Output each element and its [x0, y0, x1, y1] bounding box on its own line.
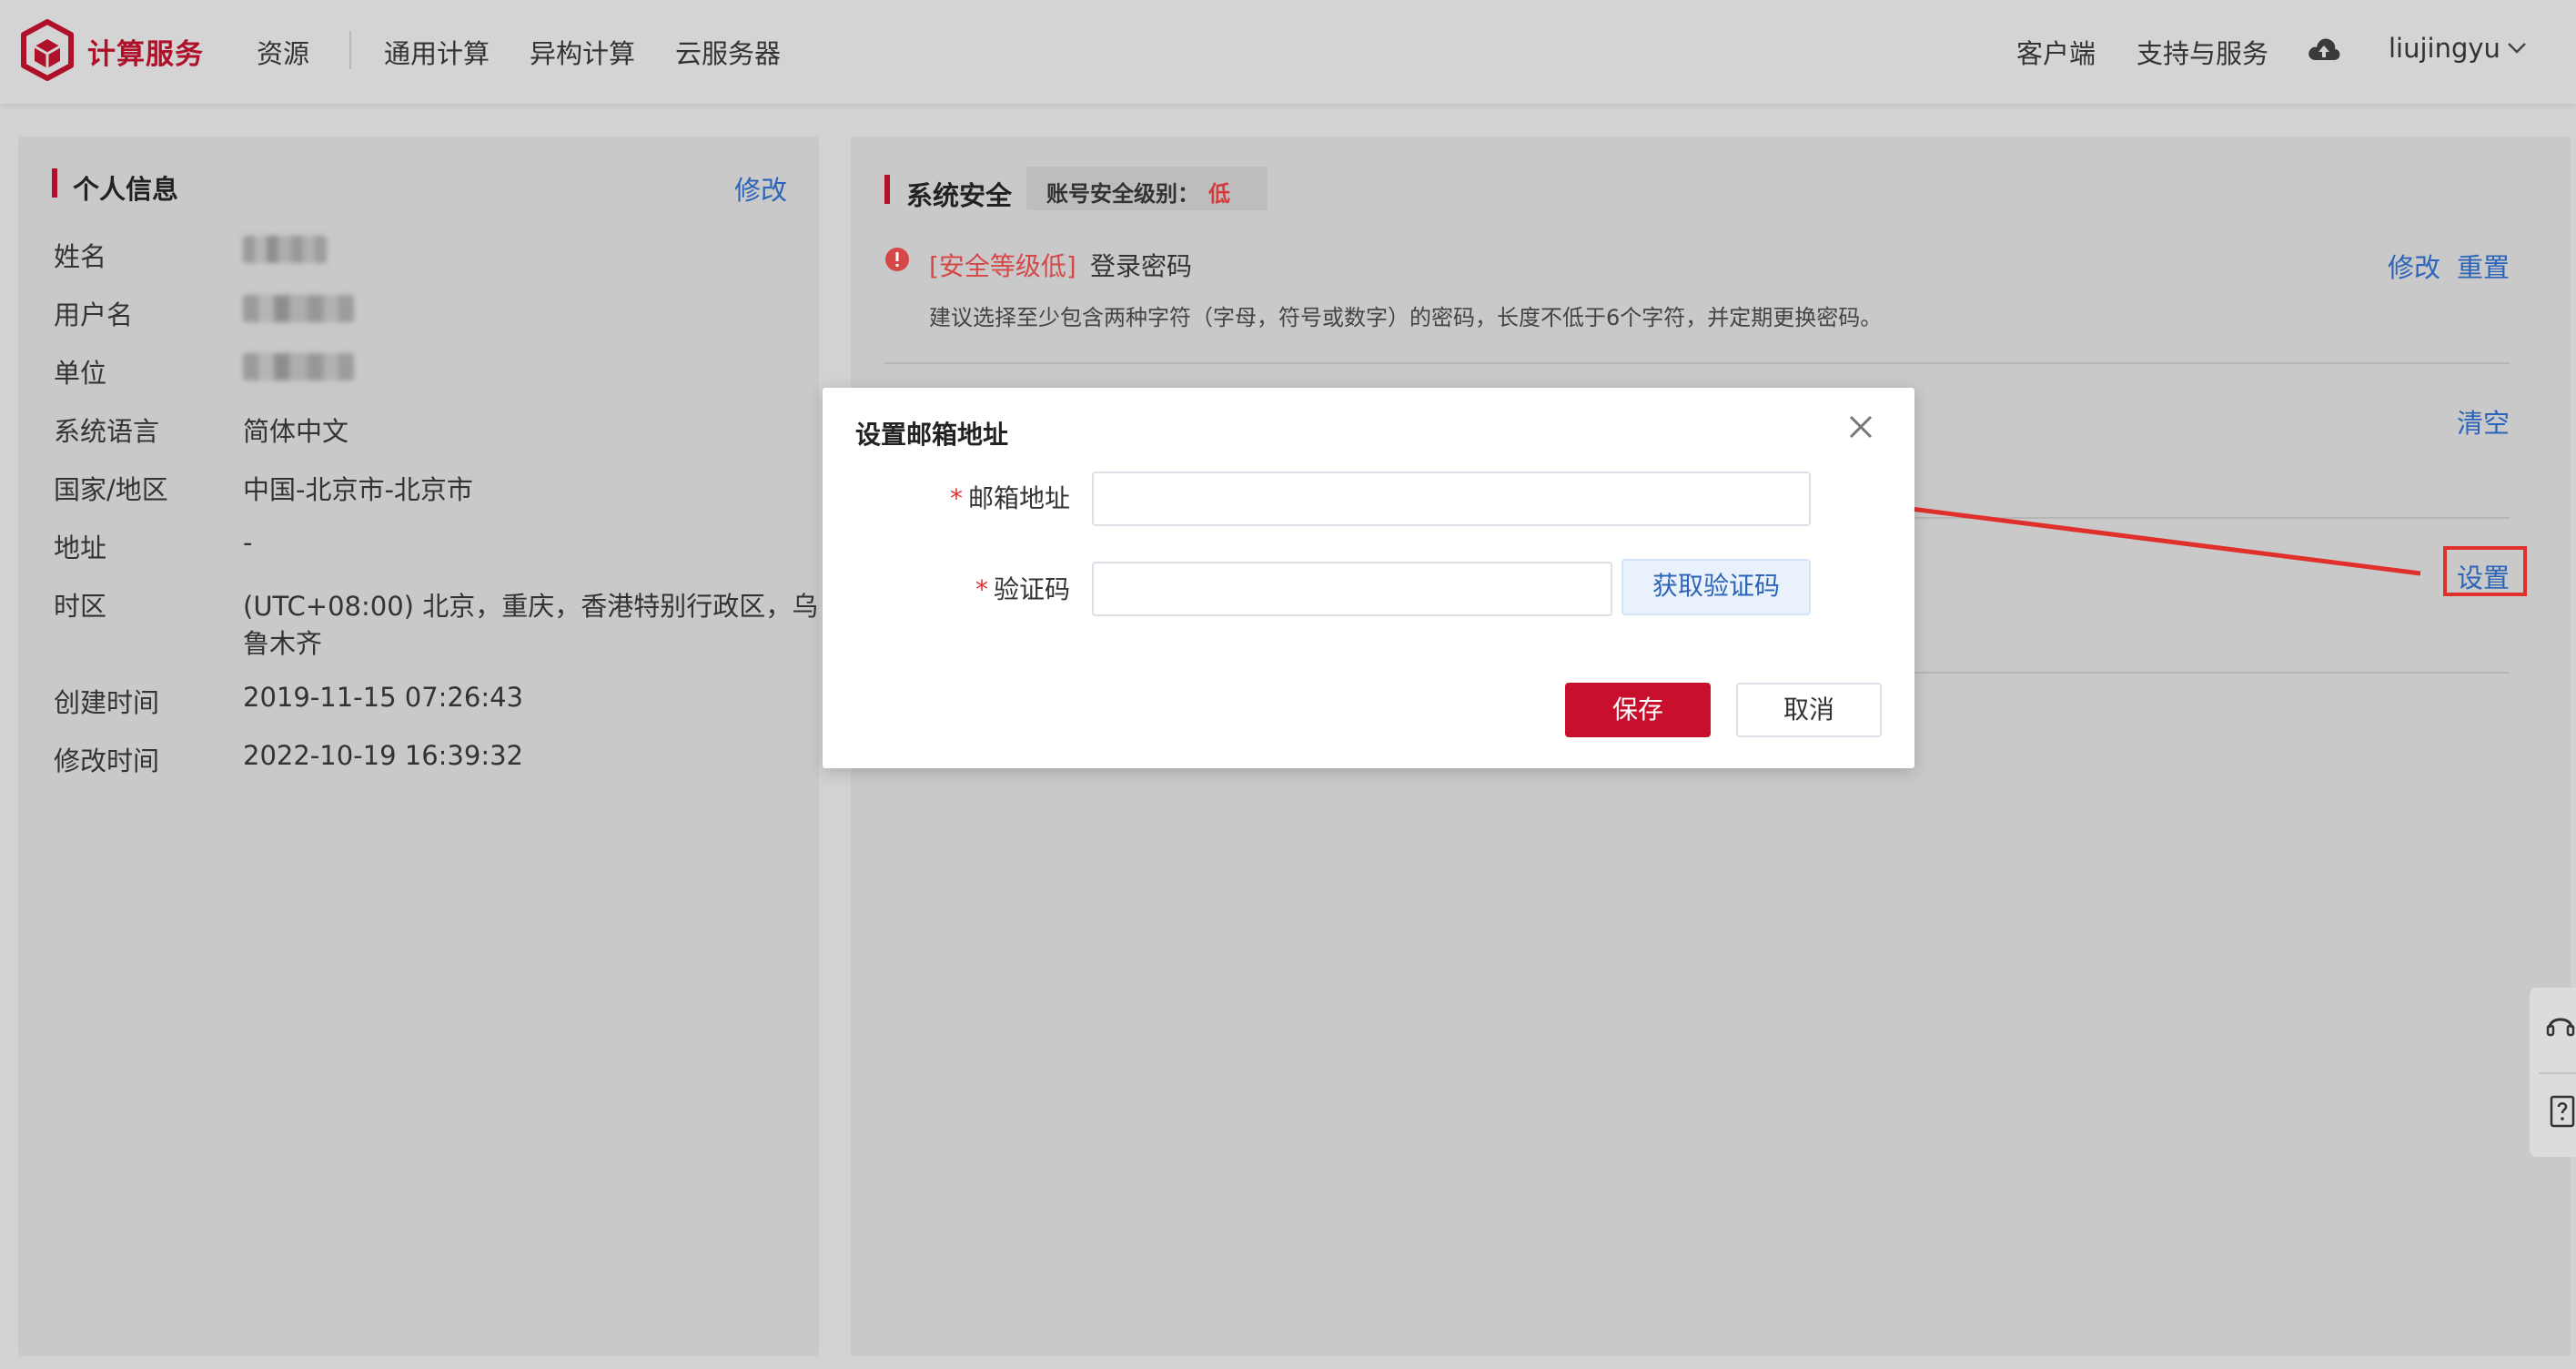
- email-field-label: * 邮箱地址: [950, 479, 1070, 515]
- info-label-name: 姓名: [54, 241, 107, 272]
- section-divider: [884, 362, 2510, 364]
- edit-personal-info-link[interactable]: 修改: [734, 169, 787, 208]
- password-security-tag: [安全等级低]: [929, 251, 1076, 281]
- nav-support-service[interactable]: 支持与服务: [2137, 33, 2268, 71]
- info-value-country: 中国-北京市-北京市: [243, 474, 473, 505]
- user-menu[interactable]: liujingyu: [2389, 33, 2500, 64]
- nav-heterogeneous-compute[interactable]: 异构计算: [530, 33, 635, 71]
- email-label-text: 邮箱地址: [968, 483, 1071, 513]
- nav-cloud-server[interactable]: 云服务器: [675, 33, 781, 71]
- info-label-organization: 单位: [54, 358, 107, 389]
- headset-icon[interactable]: [2546, 1009, 2575, 1042]
- security-level-label: 账号安全级别：: [1046, 181, 1199, 207]
- info-label-modified: 修改时间: [54, 745, 160, 776]
- verification-code-input[interactable]: [1092, 562, 1612, 616]
- cloud-icon[interactable]: [2307, 35, 2341, 64]
- info-label-username: 用户名: [54, 299, 134, 330]
- top-navigation-bar: 计算服务 资源 通用计算 异构计算 云服务器 客户端 支持与服务 liujing…: [0, 0, 2576, 104]
- get-code-button[interactable]: 获取验证码: [1621, 559, 1811, 615]
- dialog-title: 设置邮箱地址: [855, 420, 1009, 450]
- password-item-title: 登录密码: [1090, 251, 1193, 281]
- brand-title[interactable]: 计算服务: [87, 31, 204, 72]
- email-input[interactable]: [1092, 472, 1811, 526]
- redacted-username: [243, 295, 354, 322]
- nav-general-compute[interactable]: 通用计算: [384, 33, 490, 71]
- annotation-highlight-box: [2443, 546, 2527, 596]
- info-value-timezone-line1: (UTC+08:00) 北京，重庆，香港特别行政区，乌: [243, 591, 819, 622]
- info-value-timezone-line2: 鲁木齐: [243, 628, 323, 659]
- floating-help-panel: [2530, 988, 2576, 1157]
- nav-client[interactable]: 客户端: [2016, 33, 2096, 71]
- section-accent-bar: [52, 168, 57, 198]
- info-label-timezone: 时区: [54, 591, 107, 622]
- set-email-dialog: 设置邮箱地址 * 邮箱地址 * 验证码 获取验证码 保存 取消: [823, 388, 1914, 768]
- required-asterisk: *: [950, 483, 963, 513]
- help-document-icon[interactable]: [2550, 1095, 2575, 1128]
- redacted-name: [243, 236, 327, 263]
- close-icon[interactable]: [1845, 411, 1876, 442]
- personal-info-title: 个人信息: [73, 174, 179, 205]
- security-level-value: 低: [1208, 181, 1230, 207]
- code-field-label: * 验证码: [975, 570, 1070, 606]
- chevron-down-icon[interactable]: [2507, 42, 2527, 55]
- save-button[interactable]: 保存: [1565, 683, 1711, 737]
- info-label-language: 系统语言: [54, 416, 160, 447]
- info-label-created: 创建时间: [54, 687, 160, 718]
- panel-divider: [2539, 1072, 2576, 1074]
- info-value-created: 2019-11-15 07:26:43: [243, 682, 523, 713]
- security-level-badge: 账号安全级别： 低: [1026, 167, 1268, 210]
- reset-password-link[interactable]: 重置: [2457, 247, 2510, 285]
- cancel-button[interactable]: 取消: [1736, 683, 1882, 737]
- info-value-modified: 2022-10-19 16:39:32: [243, 740, 523, 771]
- system-security-title: 系统安全: [906, 180, 1013, 211]
- section-accent-bar: [884, 175, 890, 204]
- edit-password-link[interactable]: 修改: [2388, 247, 2440, 285]
- redacted-organization: [243, 353, 354, 380]
- info-value-language: 简体中文: [243, 416, 349, 447]
- clear-link[interactable]: 清空: [2457, 402, 2510, 441]
- info-label-address: 地址: [54, 532, 107, 563]
- required-asterisk: *: [975, 574, 988, 604]
- nav-resources[interactable]: 资源: [257, 33, 309, 71]
- code-label-text: 验证码: [994, 574, 1071, 604]
- info-value-address: -: [243, 527, 253, 558]
- password-item-desc: 建议选择至少包含两种字符（字母，符号或数字）的密码，长度不低于6个字符，并定期更…: [929, 305, 1883, 330]
- nav-divider: [349, 31, 351, 69]
- cube-logo-icon[interactable]: [20, 19, 75, 81]
- info-label-country: 国家/地区: [54, 474, 168, 505]
- warning-icon: [885, 248, 909, 271]
